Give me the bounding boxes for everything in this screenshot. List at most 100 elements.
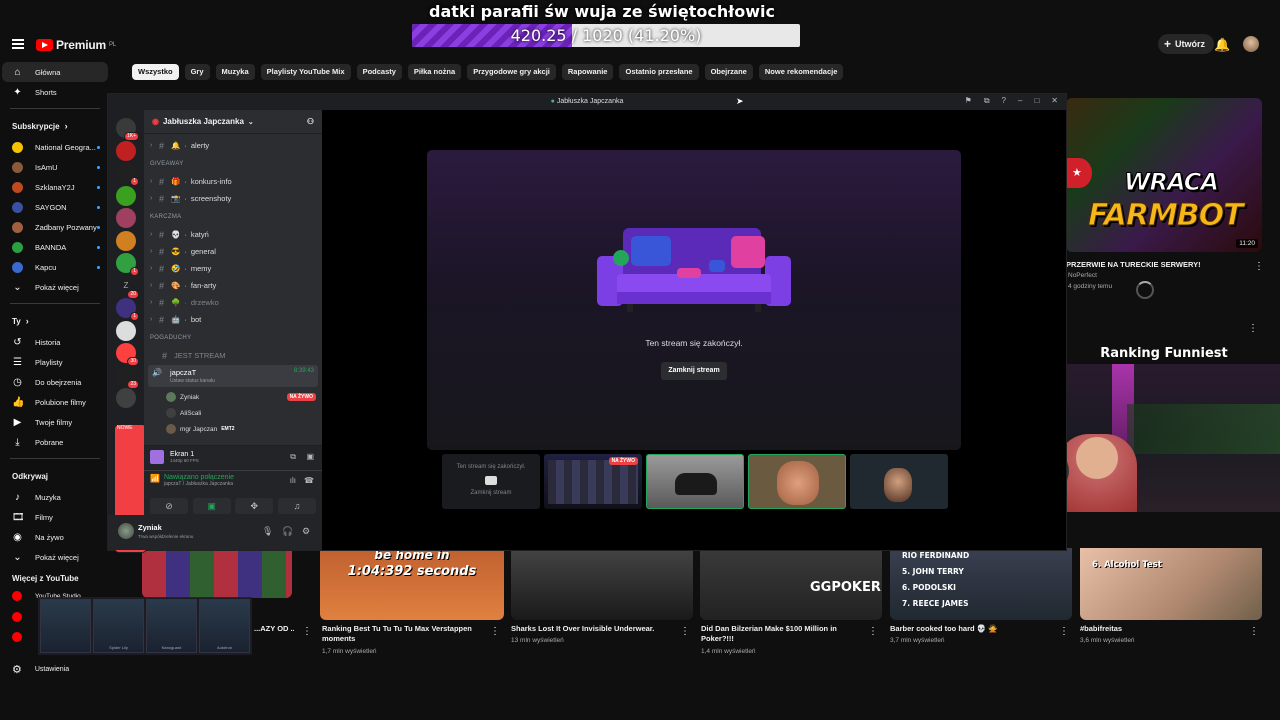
share-screen-icon[interactable]: ▣ <box>192 498 231 514</box>
sidebar-item-history[interactable]: ↺ Historia <box>0 332 110 352</box>
category-header[interactable]: KARCZMA <box>150 214 181 220</box>
video-thumbnail[interactable]: 5. 6. Alcohol Test <box>1080 548 1262 620</box>
channel-drzewko[interactable]: › # 🌳 · drzewko <box>150 295 219 310</box>
chip-10[interactable]: Nowe rekomendacje <box>758 64 844 80</box>
channel-bot[interactable]: › # 🤖 · bot <box>150 312 201 327</box>
video-thumbnail[interactable]: be home in 1:04:392 seconds <box>320 548 504 620</box>
server-icon[interactable] <box>116 140 136 161</box>
server-icon[interactable]: 1 <box>116 298 139 321</box>
channel-jest-stream[interactable]: # JEST STREAM <box>162 348 226 363</box>
sidebar-item-music[interactable]: ♪ Muzyka <box>0 487 110 507</box>
menu-icon[interactable] <box>12 39 24 49</box>
video-title[interactable]: ...AZY OD ...ee #friz ... <box>254 624 294 634</box>
more-vert-icon[interactable]: ⋮ <box>1059 627 1069 637</box>
stream-tile-user[interactable] <box>646 454 744 509</box>
video-title[interactable]: Ranking Best Tu Tu Tu Tu Max Verstappen … <box>322 624 486 644</box>
server-header[interactable]: ◉ Jabłuszka Japczanka ⌄ ⚇ <box>144 110 322 134</box>
stream-tile-ended[interactable]: Ten stream się zakończył. Zamknij stream <box>442 454 540 509</box>
video-title[interactable]: PRZERWIE NA TURECKIE SERWERY! <box>1066 260 1246 270</box>
server-icon[interactable] <box>116 185 136 206</box>
sidebar-item-playlist[interactable]: ☰ Playlisty <box>0 352 110 372</box>
server-icon[interactable]: 23 <box>116 365 139 389</box>
server-icon[interactable]: 1 <box>116 163 139 186</box>
more-vert-icon[interactable]: ⋮ <box>1254 262 1264 272</box>
server-icon[interactable] <box>116 388 136 408</box>
server-icon[interactable]: 1K+ <box>116 118 139 141</box>
video-thumbnail[interactable]: RIO FERDINAND 5. JOHN TERRY 6. PODOLSKI 7. … <box>890 548 1072 620</box>
sidebar-item-live[interactable]: ◉ Na żywo <box>0 527 110 547</box>
avatar[interactable] <box>1243 36 1259 52</box>
nav-settings[interactable]: ⚙ Ustawienia <box>12 663 69 676</box>
more-vert-icon[interactable]: ⋮ <box>1248 324 1258 334</box>
video-thumbnail[interactable]: ★ WRACA FARMBOT 11:20 <box>1066 98 1262 252</box>
sidebar-item-film[interactable]: 🎞 Filmy <box>0 507 110 527</box>
channel-katyń[interactable]: › # 💀 · katyń <box>150 227 209 242</box>
chip-6[interactable]: Przygodowe gry akcji <box>467 64 556 80</box>
youtube-premium-logo[interactable]: Premium PL <box>36 38 116 52</box>
server-icon[interactable]: 30 <box>116 343 139 366</box>
chip-7[interactable]: Rapowanie <box>561 64 614 80</box>
sidebar-item-download[interactable]: ⤓ Pobrane <box>0 432 110 452</box>
user-avatar[interactable] <box>118 523 134 539</box>
sidebar-item-sub[interactable]: National Geogra... <box>0 137 110 157</box>
headphones-icon[interactable]: 🎧 <box>282 526 293 537</box>
video-channel[interactable]: NoPerfect <box>1068 271 1097 281</box>
video-title[interactable]: Did Dan Bilzerian Make $100 Million in P… <box>701 624 865 644</box>
video-title[interactable]: Barber cooked too hard 💀 🙅 <box>890 624 1054 634</box>
video-thumbnail[interactable]: GGPOKER <box>700 548 882 620</box>
server-icon[interactable]: Z 20 <box>116 276 139 299</box>
sidebar-item-sub[interactable]: Zadbany Pozwany <box>0 217 110 237</box>
gear-icon[interactable]: ⚙ <box>302 526 310 537</box>
server-icon[interactable]: 1 <box>116 253 139 276</box>
chip-5[interactable]: Piłka nożna <box>407 64 462 80</box>
more-vert-icon[interactable]: ⋮ <box>680 627 690 637</box>
youtube-kids-icon[interactable] <box>12 632 22 642</box>
sidebar-item-sub[interactable]: IsAmU <box>0 157 110 177</box>
nav-shorts[interactable]: ✦ Shorts <box>0 82 110 102</box>
channel-general[interactable]: › # 😎 · general <box>150 244 216 259</box>
chip-3[interactable]: Playlisty YouTube Mix <box>260 64 351 80</box>
sidebar-item-sub[interactable]: SzklanaY2J <box>0 177 110 197</box>
youtube-music-icon[interactable] <box>12 612 22 622</box>
stream-settings-icon[interactable]: ⧉ <box>290 452 296 462</box>
chip-0[interactable]: Wszystko <box>132 64 179 80</box>
sidebar-item-sub[interactable]: BANNDA <box>0 237 110 257</box>
channel-fan-arty[interactable]: › # 🎨 · fan-arty <box>150 278 216 293</box>
stream-tile-user[interactable] <box>850 454 948 509</box>
camera-off-icon[interactable]: ⊘ <box>150 498 188 514</box>
voice-user[interactable]: mgr Japczan EMT2 <box>166 422 316 436</box>
microphone-icon[interactable]: 🎙 <box>262 526 273 537</box>
more-vert-icon[interactable]: ⋮ <box>302 627 312 637</box>
channel-screenshoty[interactable]: › # 📸 · screenshoty <box>150 191 231 206</box>
voice-user[interactable]: AliScali <box>166 406 316 420</box>
video-thumbnail[interactable] <box>511 548 693 620</box>
channel-alerty[interactable]: › # 🔔 · alerty <box>150 138 209 153</box>
connection-status[interactable]: Nawiązano połączenie <box>164 474 234 481</box>
more-vert-icon[interactable]: ⋮ <box>1249 627 1259 637</box>
add-member-icon[interactable]: ⚇ <box>307 117 314 126</box>
category-header[interactable]: GIVEAWAY <box>150 161 184 167</box>
sidebar-item-sub[interactable]: SAYGON <box>0 197 110 217</box>
disconnect-icon[interactable]: ☎ <box>304 476 314 485</box>
chip-9[interactable]: Obejrzane <box>704 64 753 80</box>
bell-icon[interactable]: 🔔 <box>1214 37 1230 53</box>
sidebar-item-clock[interactable]: ◷ Do obejrzenia <box>0 372 110 392</box>
popout-icon[interactable]: ⧉ <box>984 96 990 106</box>
show-more-subs[interactable]: ⌄ Pokaż więcej <box>0 277 110 297</box>
close-icon[interactable]: ✕ <box>1051 96 1058 106</box>
maximize-icon[interactable]: □ <box>1034 96 1039 106</box>
subs-header[interactable]: Subskrypcje › <box>0 115 110 137</box>
flag-icon[interactable]: ⚑ <box>965 96 972 106</box>
video-thumbnail[interactable] <box>142 548 292 598</box>
voice-channel-active[interactable]: 🔊 japczaT 8:39:43 Ustaw status kanału <box>148 365 318 387</box>
chip-2[interactable]: Muzyka <box>215 64 255 80</box>
sidebar-item-video[interactable]: ▶ Twoje filmy <box>0 412 110 432</box>
more-vert-icon[interactable]: ⋮ <box>868 627 878 637</box>
stream-tile-live[interactable]: NA ŻYWO <box>544 454 642 509</box>
sidebar-item-like[interactable]: 👍 Polubione filmy <box>0 392 110 412</box>
channel-memy[interactable]: › # 🤣 · memy <box>150 261 211 276</box>
noise-icon[interactable]: ılı <box>290 476 296 485</box>
voice-user[interactable]: Zyniak NA ŻYWO <box>166 390 316 404</box>
show-more-explore[interactable]: ⌄ Pokaż więcej <box>0 547 110 567</box>
soundboard-icon[interactable]: ♫ <box>277 498 316 514</box>
